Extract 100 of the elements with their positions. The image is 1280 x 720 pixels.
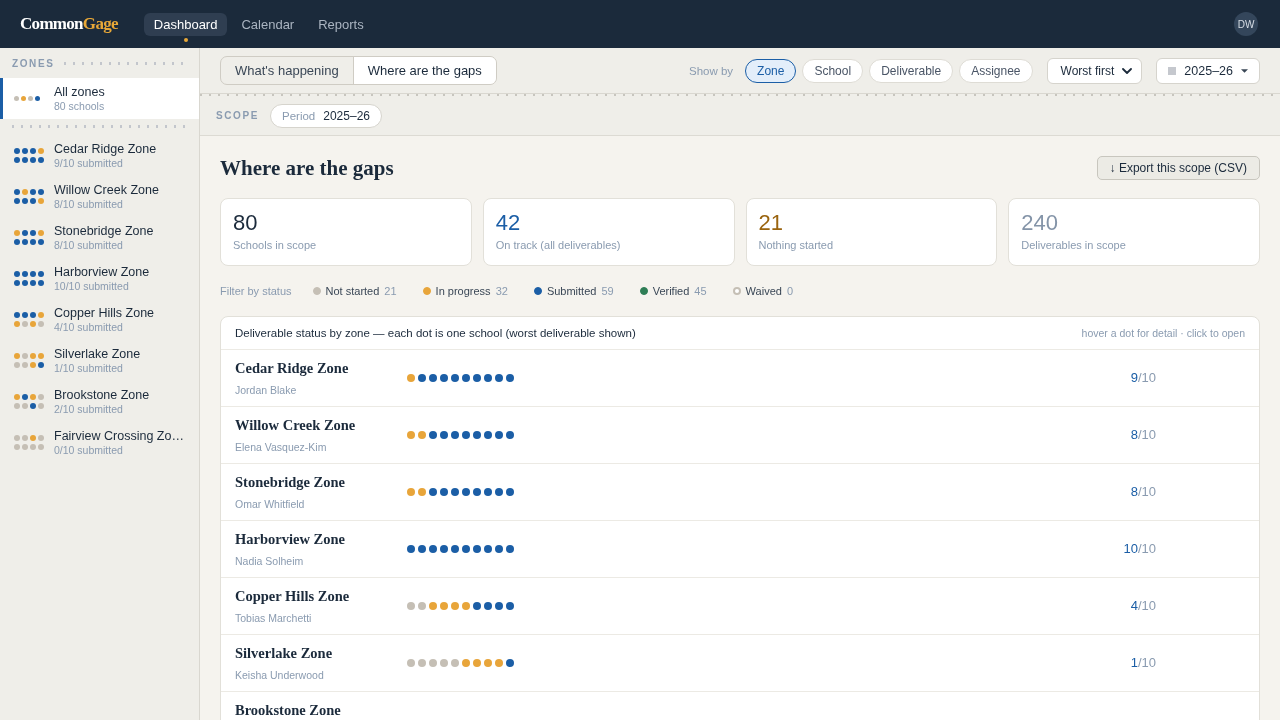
zone-list-item[interactable]: Silverlake Zone 1/10 submitted	[0, 340, 199, 381]
school-status-dot-icon[interactable]	[473, 659, 481, 667]
school-status-dot-icon[interactable]	[473, 431, 481, 439]
school-status-dot-icon[interactable]	[495, 374, 503, 382]
school-status-dot-icon[interactable]	[429, 545, 437, 553]
school-status-dot-icon[interactable]	[462, 659, 470, 667]
nav-tab[interactable]: Dashboard	[143, 12, 228, 36]
school-status-dot-icon[interactable]	[484, 431, 492, 439]
zone-list-item[interactable]: Copper Hills Zone 4/10 submitted	[0, 299, 199, 340]
school-status-dot-icon[interactable]	[407, 602, 415, 610]
zone-name[interactable]: Silverlake Zone	[235, 644, 333, 662]
nav-tab[interactable]: Calendar	[231, 12, 305, 36]
school-status-dot-icon[interactable]	[484, 545, 492, 553]
school-status-dot-icon[interactable]	[440, 431, 448, 439]
chevron-down-icon	[1122, 67, 1133, 74]
school-status-dot-icon[interactable]	[473, 374, 481, 382]
zone-list-item[interactable]: Fairview Crossing Zo… 0/10 submitted	[0, 422, 199, 463]
school-status-dot-icon[interactable]	[484, 602, 492, 610]
school-status-dot-icon[interactable]	[484, 488, 492, 496]
school-status-dot-icon[interactable]	[462, 374, 470, 382]
school-status-dot-icon[interactable]	[506, 545, 514, 553]
view-tab[interactable]: Where are the gaps	[352, 57, 496, 84]
school-status-dot-icon[interactable]	[429, 602, 437, 610]
school-status-dot-icon[interactable]	[407, 659, 415, 667]
school-status-dot-icon[interactable]	[495, 488, 503, 496]
school-status-dot-icon[interactable]	[440, 488, 448, 496]
school-status-dot-icon[interactable]	[506, 659, 514, 667]
school-status-dot-icon[interactable]	[418, 431, 426, 439]
show-by-option[interactable]: Deliverable	[869, 58, 954, 83]
school-status-dot-icon[interactable]	[495, 602, 503, 610]
school-status-dot-icon[interactable]	[462, 545, 470, 553]
zone-list-item[interactable]: All zones 80 schools	[0, 78, 199, 119]
school-status-dot-icon[interactable]	[440, 545, 448, 553]
school-status-dot-icon[interactable]	[495, 545, 503, 553]
school-status-dot-icon[interactable]	[451, 431, 459, 439]
school-status-dot-icon[interactable]	[462, 488, 470, 496]
zone-list-item[interactable]: Harborview Zone 10/10 submitted	[0, 258, 199, 299]
school-status-dot-icon[interactable]	[473, 545, 481, 553]
school-status-dot-icon[interactable]	[418, 545, 426, 553]
school-status-dot-icon[interactable]	[418, 374, 426, 382]
zone-name[interactable]: Harborview Zone	[235, 530, 345, 548]
school-status-dot-icon[interactable]	[506, 374, 514, 382]
export-button[interactable]: ↓ Export this scope (CSV)	[1096, 156, 1260, 180]
school-status-dot-icon[interactable]	[451, 602, 459, 610]
view-tab[interactable]: What's happening	[221, 57, 353, 84]
zone-list-item[interactable]: Brookstone Zone 2/10 submitted	[0, 381, 199, 422]
show-by-option[interactable]: Zone	[745, 58, 797, 83]
zone-list-item[interactable]: Cedar Ridge Zone 9/10 submitted	[0, 135, 199, 176]
school-status-dot-icon[interactable]	[407, 431, 415, 439]
school-status-dot-icon[interactable]	[506, 488, 514, 496]
zone-name[interactable]: Brookstone Zone	[235, 701, 341, 719]
school-status-dot-icon[interactable]	[484, 659, 492, 667]
school-status-dot-icon[interactable]	[429, 431, 437, 439]
school-status-dot-icon[interactable]	[451, 545, 459, 553]
school-status-dot-icon[interactable]	[429, 374, 437, 382]
school-status-dot-icon[interactable]	[440, 374, 448, 382]
status-filter-option[interactable]: Waived 0	[732, 285, 793, 297]
school-status-dot-icon[interactable]	[429, 659, 437, 667]
period-select[interactable]: 2025–26	[1156, 57, 1260, 84]
logo[interactable]: CommonGage	[20, 14, 118, 34]
stat-value: 21	[758, 210, 784, 236]
school-status-dot-icon[interactable]	[473, 602, 481, 610]
nav-tab[interactable]: Reports	[308, 12, 374, 36]
zone-list-item[interactable]: Willow Creek Zone 8/10 submitted	[0, 176, 199, 217]
zone-name[interactable]: Willow Creek Zone	[235, 416, 356, 434]
zone-name[interactable]: Cedar Ridge Zone	[235, 359, 349, 377]
school-status-dot-icon[interactable]	[506, 602, 514, 610]
zone-list-item[interactable]: Stonebridge Zone 8/10 submitted	[0, 217, 199, 258]
status-filter-option[interactable]: Not started 21	[312, 285, 397, 297]
school-status-dot-icon[interactable]	[440, 659, 448, 667]
school-status-dot-icon[interactable]	[495, 431, 503, 439]
school-status-dot-icon[interactable]	[506, 431, 514, 439]
school-status-dot-icon[interactable]	[429, 488, 437, 496]
submitted-count: 8/10	[1130, 427, 1156, 443]
school-status-dot-icon[interactable]	[495, 659, 503, 667]
status-filter-option[interactable]: In progress 32	[422, 285, 508, 297]
status-filter-option[interactable]: Submitted 59	[533, 285, 614, 297]
status-filter-option[interactable]: Verified 45	[639, 285, 707, 297]
school-status-dot-icon[interactable]	[407, 545, 415, 553]
avatar[interactable]: DW	[1234, 12, 1258, 36]
scope-chip[interactable]: Period 2025–26	[270, 103, 382, 128]
school-status-dot-icon[interactable]	[418, 602, 426, 610]
sort-select[interactable]: Worst first	[1046, 57, 1143, 84]
school-status-dot-icon[interactable]	[451, 488, 459, 496]
school-status-dot-icon[interactable]	[407, 488, 415, 496]
school-status-dot-icon[interactable]	[462, 431, 470, 439]
school-status-dot-icon[interactable]	[407, 374, 415, 382]
stat-value: 240	[1021, 210, 1059, 236]
zone-name[interactable]: Copper Hills Zone	[235, 587, 350, 605]
show-by-option[interactable]: Assignee	[959, 58, 1033, 83]
school-status-dot-icon[interactable]	[451, 659, 459, 667]
school-status-dot-icon[interactable]	[418, 488, 426, 496]
school-status-dot-icon[interactable]	[418, 659, 426, 667]
show-by-option[interactable]: School	[802, 58, 864, 83]
school-status-dot-icon[interactable]	[473, 488, 481, 496]
school-status-dot-icon[interactable]	[440, 602, 448, 610]
zone-name[interactable]: Stonebridge Zone	[235, 473, 345, 491]
school-status-dot-icon[interactable]	[451, 374, 459, 382]
school-status-dot-icon[interactable]	[462, 602, 470, 610]
school-status-dot-icon[interactable]	[484, 374, 492, 382]
